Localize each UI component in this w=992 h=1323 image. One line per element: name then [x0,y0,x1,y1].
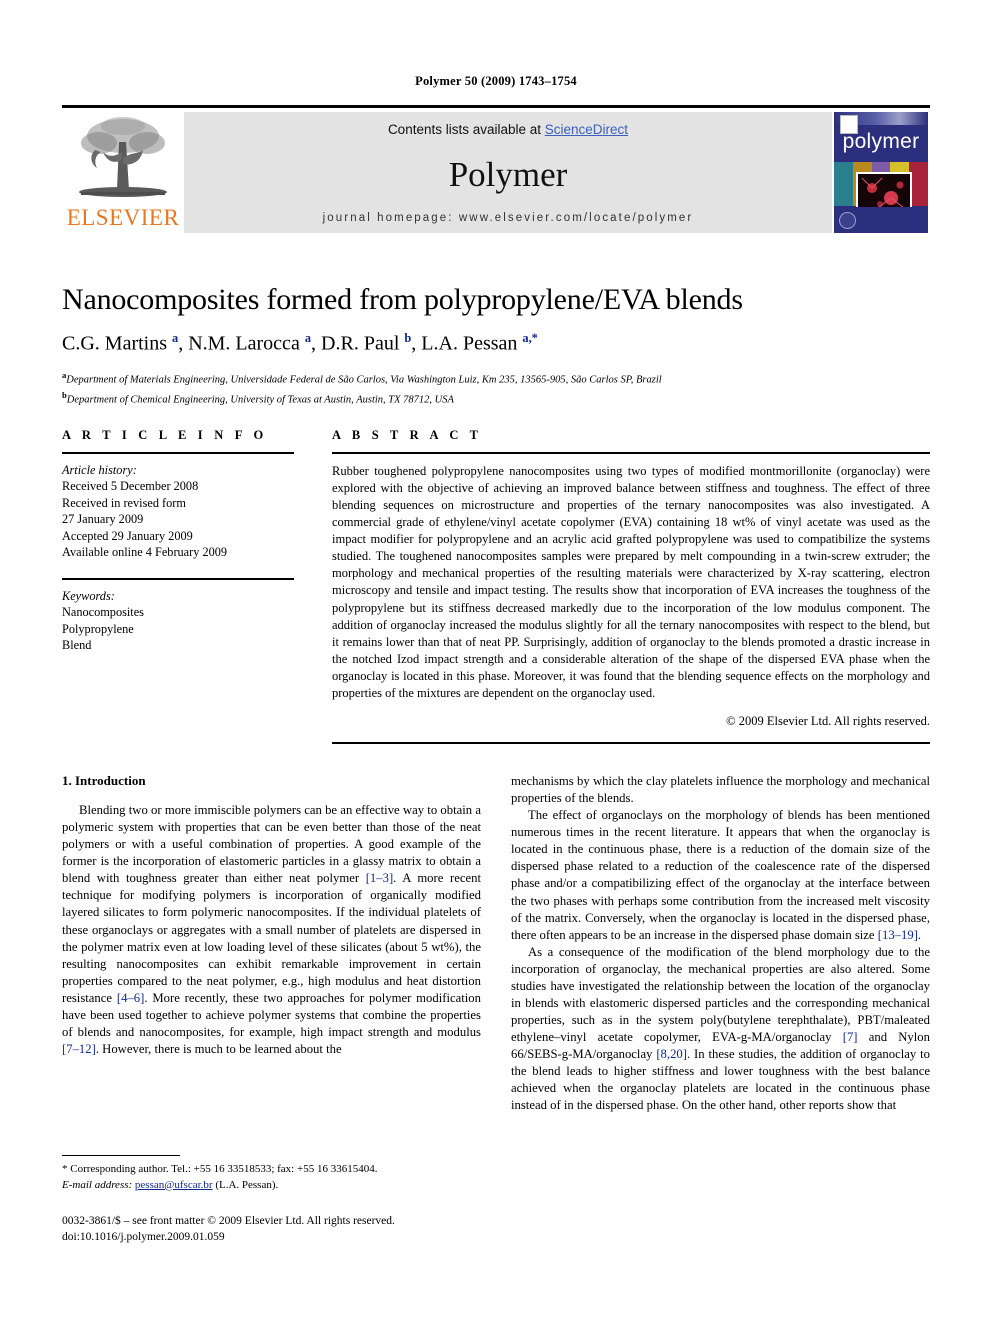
article-history-block: Article history: Received 5 December 200… [62,462,294,561]
affiliation-a-text: Department of Materials Engineering, Uni… [66,374,662,386]
elsevier-wordmark: ELSEVIER [66,205,180,230]
intro-paragraph-1: Blending two or more immiscible polymers… [62,803,481,1057]
running-head: Polymer 50 (2009) 1743–1754 [415,74,577,88]
body-column-right: mechanisms by which the clay platelets i… [511,773,930,1233]
keywords-block: Keywords: Nanocomposites Polypropylene B… [62,577,294,654]
masthead-top-rule [62,105,930,108]
journal-masthead: ELSEVIER Contents lists available at Sci… [62,105,930,233]
history-line: Accepted 29 January 2009 [62,528,193,543]
abstract-column: A B S T R A C T Rubber toughened polypro… [332,428,930,744]
intro-paragraph-1-continued: mechanisms by which the clay platelets i… [511,774,930,806]
keywords-label: Keywords: [62,588,115,603]
abstract-heading: A B S T R A C T [332,428,483,442]
elsevier-tree-icon [79,117,167,197]
info-abstract-section: A R T I C L E I N F O Article history: R… [62,428,930,744]
footnote-rule [62,1155,180,1156]
doi-line: doi:10.1016/j.polymer.2009.01.059 [62,1231,225,1244]
journal-homepage-line[interactable]: journal homepage: www.elsevier.com/locat… [323,212,694,224]
article-history-label: Article history: [62,463,137,477]
history-line: 27 January 2009 [62,512,144,527]
journal-cover-art: polymer [834,112,928,233]
affiliation-a: aDepartment of Materials Engineering, Un… [62,370,662,386]
affiliation-b-text: Department of Chemical Engineering, Univ… [66,394,454,406]
affiliation-list: aDepartment of Materials Engineering, Un… [62,369,930,408]
imprint-block: 0032-3861/$ – see front matter © 2009 El… [62,1213,532,1245]
email-label: E-mail address: [62,1178,133,1191]
contents-prefix-text: Contents lists available at [387,122,545,137]
contents-available-line: Contents lists available at ScienceDirec… [388,122,628,137]
keyword-item: Nanocomposites [62,605,144,620]
corresponding-author-line: * Corresponding author. Tel.: +55 16 335… [62,1163,378,1175]
abstract-bottom-rule [332,741,930,744]
journal-cover-thumbnail: polymer [832,112,930,233]
issn-copyright-line: 0032-3861/$ – see front matter © 2009 El… [62,1215,395,1227]
corresponding-author-footnote: * Corresponding author. Tel.: +55 16 335… [62,1155,481,1193]
keyword-item: Blend [62,638,92,653]
abstract-text: Rubber toughened polypropylene nanocompo… [332,464,930,700]
journal-article-page: Polymer 50 (2009) 1743–1754 ELSEVIER Con… [0,0,992,1323]
email-suffix: (L.A. Pessan). [212,1178,279,1191]
cover-journal-title: polymer [842,130,920,153]
article-info-heading: A R T I C L E I N F O [62,428,268,442]
author-list: C.G. Martins a, N.M. Larocca a, D.R. Pau… [62,330,538,355]
email-line: E-mail address: pessan@ufscar.br (L.A. P… [62,1178,481,1194]
history-line: Available online 4 February 2009 [62,545,228,560]
journal-title: Polymer [448,155,568,194]
keywords-body: Keywords: Nanocomposites Polypropylene B… [62,588,294,654]
abstract-rule [332,452,930,454]
cover-badge-icon [839,212,856,229]
history-line: Received in revised form [62,495,186,510]
elsevier-logo: ELSEVIER [62,112,184,233]
keyword-item: Polypropylene [62,621,134,636]
affiliation-b: bDepartment of Chemical Engineering, Uni… [62,389,454,406]
section-heading-introduction: 1. Introduction [62,773,146,788]
masthead-center-band: Contents lists available at ScienceDirec… [184,112,832,233]
intro-paragraph-3: As a consequence of the modification of … [511,944,930,1113]
corresponding-email-link[interactable]: pessan@ufscar.br [135,1179,213,1191]
article-info-rule [62,452,294,454]
intro-paragraph-2: The effect of organoclays on the morphol… [511,808,930,942]
history-line: Received 5 December 2008 [62,479,199,494]
keywords-rule [62,577,294,580]
article-info-column: A R T I C L E I N F O Article history: R… [62,428,294,744]
title-block: Nanocomposites formed from polypropylene… [62,283,930,408]
sciencedirect-link[interactable]: ScienceDirect [545,122,628,137]
footnote-text: * Corresponding author. Tel.: +55 16 335… [62,1162,481,1193]
abstract-copyright: © 2009 Elsevier Ltd. All rights reserved… [726,713,930,728]
page-title: Nanocomposites formed from polypropylene… [62,283,743,316]
